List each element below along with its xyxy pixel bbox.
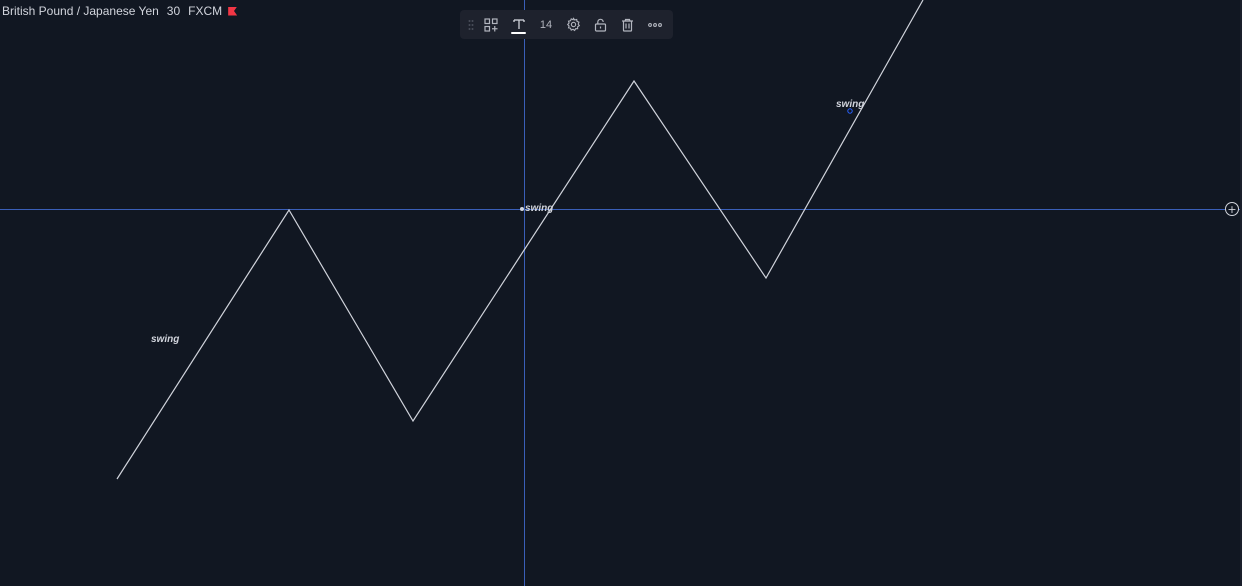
font-size-value: 14 — [539, 18, 553, 31]
symbol-header[interactable]: British Pound / Japanese Yen 30 FXCM — [2, 4, 238, 18]
text-color-swatch — [511, 31, 527, 34]
anchor-point-icon[interactable] — [520, 207, 524, 211]
settings-icon[interactable] — [560, 11, 587, 39]
text-color-icon[interactable] — [505, 11, 532, 39]
flag-icon[interactable] — [228, 6, 238, 16]
chart-drawing-layer[interactable]: swing swing swing — [0, 0, 1242, 586]
font-size-button[interactable]: 14 — [532, 11, 559, 39]
plus-symbol: + — [1227, 202, 1237, 216]
more-icon[interactable] — [642, 11, 669, 39]
swing-label-2[interactable]: swing — [525, 203, 553, 214]
template-icon[interactable] — [478, 11, 505, 39]
zigzag-path-drawing[interactable] — [116, 0, 924, 480]
symbol-name[interactable]: British Pound / Japanese Yen — [2, 4, 159, 18]
add-price-level-icon[interactable]: + — [1225, 202, 1239, 216]
trash-icon[interactable] — [614, 11, 641, 39]
chart-canvas[interactable]: swing swing swing British Pound / Japane… — [0, 0, 1242, 586]
exchange-label: FXCM — [188, 4, 223, 18]
interval-label[interactable]: 30 — [167, 4, 180, 18]
drawing-toolbar: 14 — [460, 10, 673, 39]
drag-handle-icon[interactable] — [464, 11, 478, 39]
swing-label-1[interactable]: swing — [151, 334, 179, 345]
lock-icon[interactable] — [587, 11, 614, 39]
